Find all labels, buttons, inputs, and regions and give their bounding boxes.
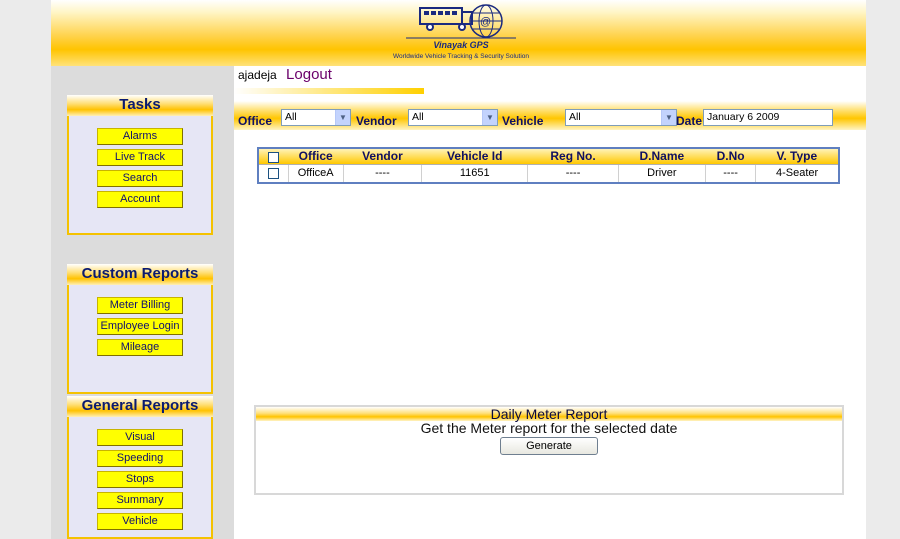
vehicle-label: Vehicle xyxy=(502,114,544,128)
live-track-button[interactable]: Live Track xyxy=(97,149,183,166)
account-button[interactable]: Account xyxy=(97,191,183,208)
header-banner: @ Vinayak GPS Worldwide Vehicle Tracking… xyxy=(51,0,866,66)
vehicle-select-value: All xyxy=(569,111,581,123)
stops-button[interactable]: Stops xyxy=(97,471,183,488)
mileage-button[interactable]: Mileage xyxy=(97,339,183,356)
row-checkbox[interactable] xyxy=(267,167,279,179)
col-driver-name: D.Name xyxy=(618,148,706,165)
col-vehicle-id: Vehicle Id xyxy=(421,148,528,165)
vendor-select-value: All xyxy=(412,111,424,123)
filter-bar: Office All ▼ Vendor All ▼ Vehicle All ▼ … xyxy=(234,101,866,130)
brand-name: Vinayak GPS xyxy=(433,40,489,50)
alarms-button[interactable]: Alarms xyxy=(97,128,183,145)
vehicle-button[interactable]: Vehicle xyxy=(97,513,183,530)
office-select[interactable]: All ▼ xyxy=(281,109,351,126)
main-content: ajadeja Logout Office All ▼ Vendor All ▼… xyxy=(234,66,866,495)
col-driver-no: D.No xyxy=(705,148,756,165)
office-select-value: All xyxy=(285,111,297,123)
meter-billing-button[interactable]: Meter Billing xyxy=(97,297,183,314)
cell-vehicle-type: 4-Seater xyxy=(775,167,819,180)
cell-office: OfficeA xyxy=(288,164,344,183)
visual-button[interactable]: Visual xyxy=(97,429,183,446)
general-reports-panel: General Reports Visual Speeding Stops Su… xyxy=(67,396,213,539)
employee-login-button[interactable]: Employee Login xyxy=(97,318,183,335)
col-vendor: Vendor xyxy=(343,148,422,165)
cell-vendor: ---- xyxy=(343,164,423,183)
chevron-down-icon: ▼ xyxy=(482,110,497,125)
cell-driver-name: Driver xyxy=(618,164,707,183)
logo: @ Vinayak GPS Worldwide Vehicle Tracking… xyxy=(371,2,551,64)
tasks-panel: Tasks Alarms Live Track Search Account xyxy=(67,95,213,235)
custom-reports-panel: Custom Reports Meter Billing Employee Lo… xyxy=(67,264,213,394)
date-label: Date xyxy=(676,114,703,128)
user-bar: ajadeja Logout xyxy=(234,66,866,88)
vendor-select[interactable]: All ▼ xyxy=(408,109,498,126)
col-office: Office xyxy=(288,148,344,165)
vehicle-select[interactable]: All ▼ xyxy=(565,109,677,126)
meter-report-title: Daily Meter Report xyxy=(256,407,842,422)
svg-text:@: @ xyxy=(480,16,491,28)
col-reg-no: Reg No. xyxy=(527,148,619,165)
tasks-title: Tasks xyxy=(67,95,213,116)
table-row[interactable]: OfficeA ---- 11651 ---- Driver ---- 4-Se… xyxy=(258,164,839,183)
custom-reports-title: Custom Reports xyxy=(67,264,213,285)
row-select-cell xyxy=(258,164,289,183)
sidebar: Tasks Alarms Live Track Search Account C… xyxy=(51,66,234,539)
chevron-down-icon: ▼ xyxy=(661,110,676,125)
select-all-checkbox[interactable] xyxy=(268,151,280,163)
cell-vehicle-id: 11651 xyxy=(421,164,529,183)
brand-tagline: Worldwide Vehicle Tracking & Security So… xyxy=(392,53,530,60)
vehicle-table: Office Vendor Vehicle Id Reg No. D.Name … xyxy=(257,147,840,184)
bus-globe-icon: @ xyxy=(406,4,516,39)
speeding-button[interactable]: Speeding xyxy=(97,450,183,467)
office-label: Office xyxy=(238,114,273,128)
logout-link[interactable]: Logout xyxy=(286,66,332,83)
cell-driver-no: ---- xyxy=(705,164,757,183)
page: @ Vinayak GPS Worldwide Vehicle Tracking… xyxy=(51,0,866,539)
search-button[interactable]: Search xyxy=(97,170,183,187)
date-field[interactable]: January 6 2009 xyxy=(703,109,833,126)
vendor-label: Vendor xyxy=(356,114,397,128)
general-reports-title: General Reports xyxy=(67,396,213,417)
summary-button[interactable]: Summary xyxy=(97,492,183,509)
col-vehicle-type: V. Type xyxy=(755,148,839,165)
select-all-header xyxy=(258,148,289,165)
username: ajadeja xyxy=(238,68,277,82)
meter-report-description: Get the Meter report for the selected da… xyxy=(420,420,678,436)
table-header-row: Office Vendor Vehicle Id Reg No. D.Name … xyxy=(258,148,839,165)
generate-button[interactable]: Generate xyxy=(500,437,598,455)
chevron-down-icon: ▼ xyxy=(335,110,350,125)
daily-meter-report-panel: Daily Meter Report Get the Meter report … xyxy=(254,405,844,495)
user-bar-divider xyxy=(234,88,424,94)
cell-reg-no: ---- xyxy=(527,164,619,183)
